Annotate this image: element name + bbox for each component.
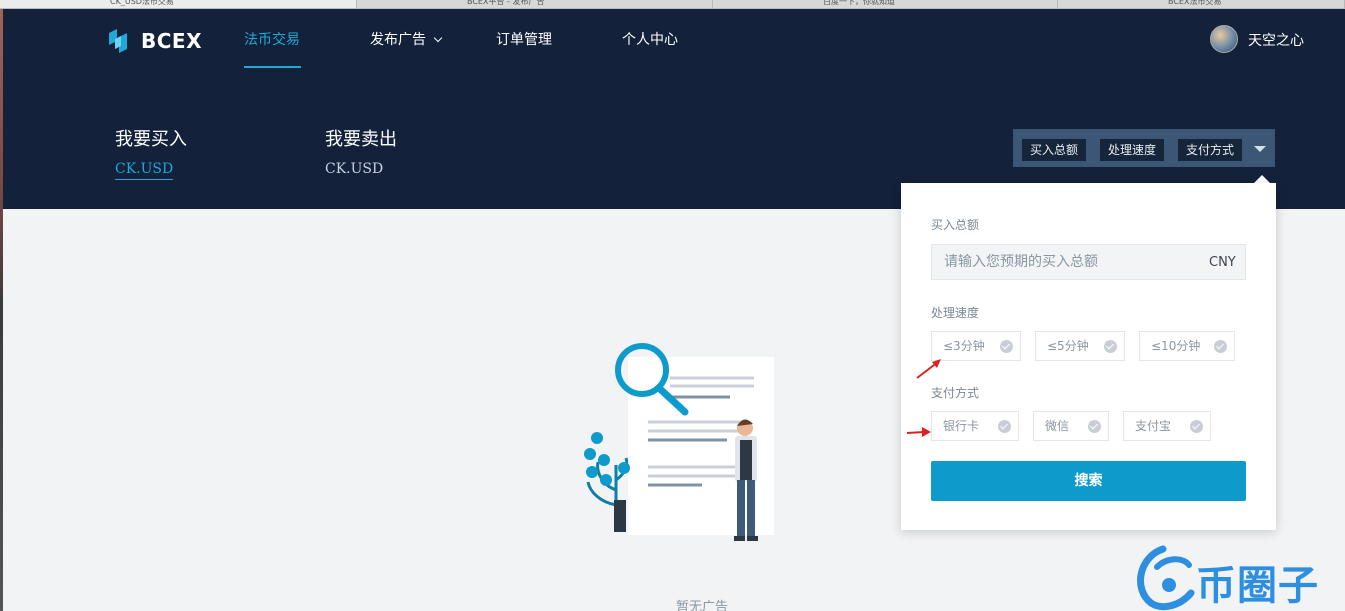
empty-state-illustration bbox=[584, 343, 774, 541]
buy-tab-title[interactable]: 我要买入 bbox=[115, 125, 187, 151]
payment-option-alipay[interactable]: 支付宝 bbox=[1123, 411, 1211, 441]
amount-input[interactable]: 请输入您预期的买入总额 bbox=[931, 244, 1246, 280]
payment-option-label: 银行卡 bbox=[943, 419, 980, 433]
payment-option-bank-card[interactable]: 银行卡 bbox=[931, 411, 1019, 441]
check-circle-icon bbox=[1190, 420, 1203, 433]
annotation-arrow-icon bbox=[916, 359, 941, 379]
payment-option-wechat[interactable]: 微信 bbox=[1033, 411, 1109, 441]
nav-fiat-trade[interactable]: 法币交易 bbox=[244, 29, 300, 49]
speed-option-label: ≤3分钟 bbox=[943, 339, 985, 353]
speed-option-5min[interactable]: ≤5分钟 bbox=[1035, 331, 1125, 361]
check-circle-icon bbox=[1000, 340, 1013, 353]
speed-section-label: 处理速度 bbox=[931, 306, 980, 320]
payment-option-label: 支付宝 bbox=[1135, 419, 1172, 433]
search-button[interactable]: 搜索 bbox=[931, 461, 1246, 501]
browser-tab-strip: CK_USD法币交易 BCEX平台 - 发布广告 百度一下，你就知道 BCEX法… bbox=[0, 0, 1345, 9]
filter-bar[interactable]: 买入总额 处理速度 支付方式 bbox=[1013, 129, 1275, 167]
sell-coin-ck-usd[interactable]: CK.USD bbox=[325, 161, 383, 177]
filter-dropdown-panel: 买入总额 请输入您预期的买入总额 CNY 处理速度 ≤3分钟 ≤5分钟 ≤10分… bbox=[901, 183, 1276, 530]
nav-post-ad[interactable]: 发布广告 bbox=[370, 29, 443, 49]
check-circle-icon bbox=[1088, 420, 1101, 433]
amount-unit: CNY bbox=[1209, 255, 1236, 270]
check-circle-icon bbox=[1214, 340, 1227, 353]
buy-coin-ck-usd[interactable]: CK.USD bbox=[115, 161, 174, 180]
user-avatar[interactable] bbox=[1210, 25, 1238, 53]
nav-personal-center[interactable]: 个人中心 bbox=[622, 29, 678, 49]
caret-down-icon[interactable] bbox=[1254, 146, 1266, 152]
filter-chip-amount[interactable]: 买入总额 bbox=[1022, 139, 1087, 161]
speed-option-3min[interactable]: ≤3分钟 bbox=[931, 331, 1021, 361]
top-navbar: BCEX 法币交易 发布广告 订单管理 个人中心 天空之心 bbox=[3, 9, 1345, 69]
speed-option-label: ≤5分钟 bbox=[1047, 339, 1089, 353]
nav-order-management[interactable]: 订单管理 bbox=[496, 29, 552, 49]
annotation-arrow-icon bbox=[906, 427, 931, 437]
filter-chip-speed[interactable]: 处理速度 bbox=[1100, 139, 1165, 161]
browser-tab[interactable]: 百度一下，你就知道 bbox=[713, 0, 1058, 8]
check-circle-icon bbox=[1104, 340, 1117, 353]
nav-active-underline bbox=[244, 66, 301, 68]
sell-tab-title[interactable]: 我要卖出 bbox=[325, 125, 397, 151]
browser-tab[interactable]: BCEX法币交易 bbox=[1058, 0, 1345, 8]
brand-logo[interactable]: BCEX bbox=[105, 26, 202, 56]
payment-option-label: 微信 bbox=[1045, 419, 1070, 433]
watermark-text: 币圈子 bbox=[1196, 563, 1319, 609]
amount-section-label: 买入总额 bbox=[931, 218, 980, 232]
brand-name: BCEX bbox=[141, 29, 203, 53]
nav-post-ad-label: 发布广告 bbox=[370, 32, 426, 48]
payment-section-label: 支付方式 bbox=[931, 386, 980, 400]
speed-option-label: ≤10分钟 bbox=[1151, 339, 1201, 353]
browser-tab[interactable]: BCEX平台 - 发布广告 bbox=[357, 0, 713, 8]
empty-state-text: 暂无广告 bbox=[676, 600, 729, 611]
chevron-down-icon bbox=[433, 33, 443, 43]
bcex-logo-icon bbox=[109, 29, 127, 53]
browser-tab[interactable]: CK_USD法币交易 bbox=[0, 0, 357, 8]
check-circle-icon bbox=[998, 420, 1011, 433]
speed-option-10min[interactable]: ≤10分钟 bbox=[1139, 331, 1235, 361]
user-name[interactable]: 天空之心 bbox=[1248, 30, 1304, 50]
filter-chip-payment[interactable]: 支付方式 bbox=[1178, 139, 1243, 161]
